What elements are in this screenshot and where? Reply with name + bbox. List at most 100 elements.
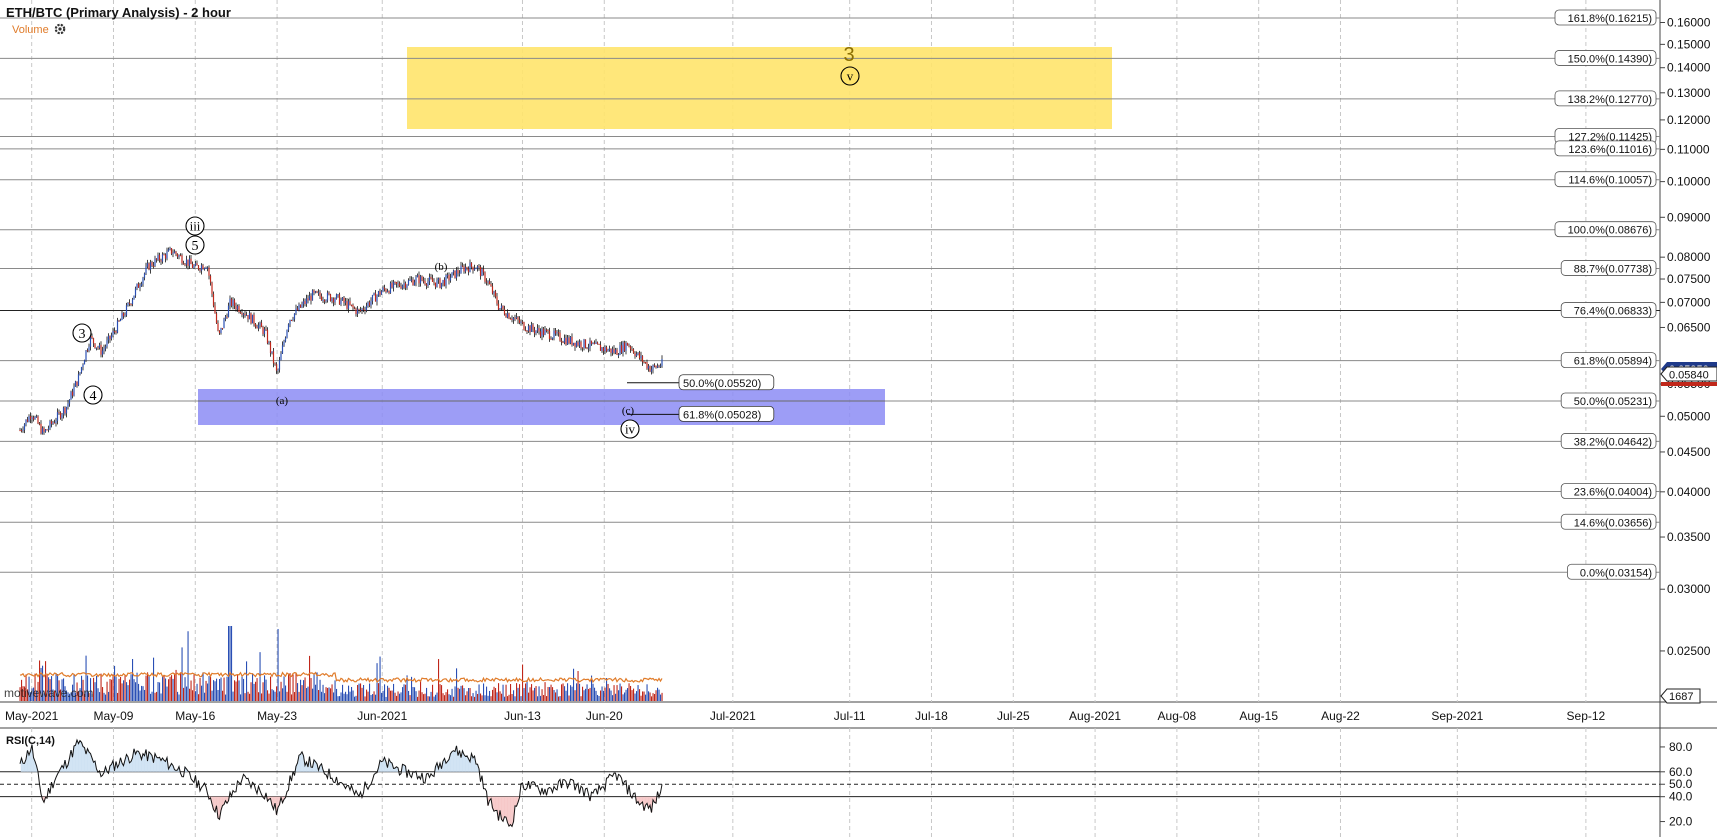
candle-body: [475, 268, 477, 270]
candle-body: [442, 279, 444, 283]
candle-body: [154, 258, 156, 267]
volume-bar: [211, 690, 213, 701]
y-tick-label: 0.04000: [1667, 485, 1711, 499]
fib-label: 14.6%(0.03656): [1574, 517, 1652, 529]
volume-bar: [214, 681, 216, 701]
candle-body: [41, 428, 44, 434]
volume-bar: [174, 673, 176, 701]
candle-body: [301, 304, 303, 308]
candle-body: [434, 282, 437, 287]
candle-body: [544, 329, 546, 335]
candle-body: [55, 420, 57, 424]
candle-body: [614, 349, 617, 353]
candle-body: [251, 314, 254, 324]
candle-body: [634, 353, 636, 357]
candle-body: [358, 309, 360, 311]
volume-bar: [295, 672, 297, 701]
volume-bar: [322, 684, 324, 701]
time-axis-panel: [0, 702, 1660, 728]
candle-body: [178, 255, 180, 257]
chart-canvas[interactable]: 161.8%(0.16215) 150.0%(0.14390) 138.2%(0.1…: [0, 0, 1717, 837]
candle-body: [224, 316, 227, 319]
volume-bar: [574, 690, 576, 701]
volume-bar: [219, 678, 221, 701]
candle-body: [362, 308, 365, 310]
candle-body: [179, 255, 182, 257]
volume-bar: [559, 696, 561, 701]
candle-body: [169, 248, 171, 250]
candle-body: [67, 403, 69, 408]
candle-body: [95, 347, 98, 349]
candle-body: [412, 279, 414, 286]
volume-bar: [630, 685, 632, 701]
volume-bar: [652, 693, 654, 701]
volume-bar: [234, 680, 236, 701]
volume-bar: [514, 696, 516, 701]
volume-bar: [595, 690, 597, 701]
candle-body: [242, 313, 245, 315]
candle-body: [421, 276, 423, 281]
volume-bar: [253, 683, 255, 701]
volume-bar: [204, 692, 206, 701]
candle-body: [161, 254, 164, 262]
volume-bar: [607, 683, 609, 701]
volume-bar: [474, 696, 476, 701]
fib-label: 0.0%(0.03154): [1580, 567, 1652, 579]
candle-body: [70, 391, 72, 400]
volume-bar: [231, 626, 233, 701]
volume-bar: [412, 686, 414, 701]
volume-bar: [138, 683, 140, 701]
candle-body: [406, 284, 408, 288]
candle-body: [550, 338, 552, 340]
candle-body: [368, 302, 371, 306]
volume-bar: [589, 687, 591, 701]
candle-body: [197, 265, 200, 270]
candle-body: [125, 305, 128, 316]
candle-body: [113, 330, 116, 332]
candle-body: [479, 266, 482, 277]
volume-bar: [210, 676, 212, 701]
volume-indicator-label[interactable]: Volume: [12, 24, 49, 36]
volume-bar: [103, 692, 105, 701]
candle-body: [91, 336, 93, 339]
volume-bar: [381, 692, 383, 701]
price-axis[interactable]: 0.16000 0.15000 0.14000 0.13000 0.12000 0.110…: [1660, 16, 1711, 658]
candle-body: [661, 359, 663, 366]
volume-bar: [255, 681, 257, 701]
volume-bar: [516, 683, 518, 701]
candle-body: [319, 292, 321, 297]
candle-body: [112, 330, 114, 336]
volume-bar: [159, 682, 161, 701]
candle-body: [416, 275, 419, 278]
wave-a-label: (a): [276, 395, 289, 407]
volume-bar: [229, 626, 231, 701]
candle-body: [109, 335, 111, 339]
volume-bar: [628, 683, 630, 701]
volume-bar: [237, 674, 239, 701]
volume-bar: [498, 683, 500, 701]
wave-3-label: 3: [79, 327, 86, 342]
candle-body: [298, 304, 300, 311]
candle-body: [548, 330, 551, 339]
candle-body: [88, 346, 90, 351]
volume-bar: [532, 690, 534, 701]
candle-body: [122, 312, 125, 317]
volume-bar: [268, 693, 270, 701]
volume-bar: [205, 680, 207, 701]
candle-body: [143, 273, 146, 278]
candle-body: [515, 316, 518, 319]
candle-body: [206, 267, 209, 269]
volume-bar: [429, 696, 431, 701]
rsi-axis[interactable]: 80.060.050.040.020.0: [1660, 740, 1693, 829]
volume-bar: [166, 686, 168, 701]
candle-body: [646, 362, 648, 369]
candle-body: [290, 320, 293, 322]
x-tick-label: Jul-11: [834, 709, 866, 723]
candle-body: [119, 319, 122, 322]
candle-body: [185, 259, 188, 265]
candle-body: [355, 308, 357, 315]
candle-body: [245, 315, 248, 317]
candle-body: [359, 310, 362, 312]
volume-bar: [318, 690, 320, 701]
candle-body: [47, 428, 50, 430]
